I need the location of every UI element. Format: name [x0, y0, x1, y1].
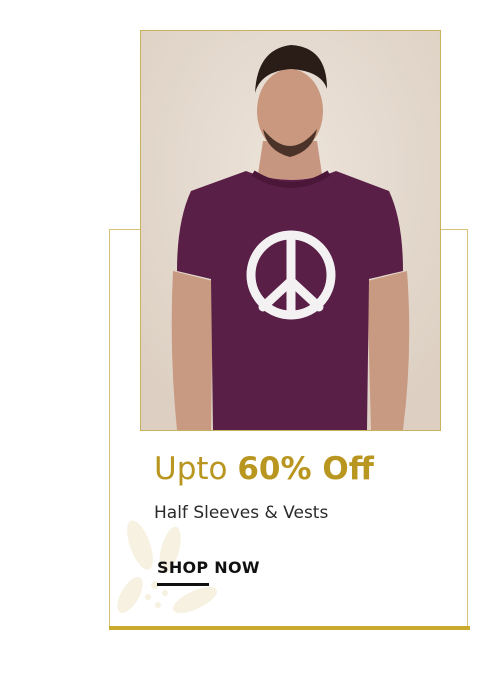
- category-label: Half Sleeves & Vests: [154, 503, 329, 523]
- offer-headline: Upto 60% Off: [154, 449, 374, 489]
- model-photo: [141, 31, 440, 430]
- shop-now-underline: [157, 583, 209, 586]
- headline-prefix: Upto: [154, 451, 238, 487]
- shop-now-button[interactable]: SHOP NOW: [157, 557, 260, 579]
- card-bottom-accent-bar: [109, 626, 470, 630]
- product-image[interactable]: [140, 30, 441, 431]
- discount-highlight: 60% Off: [237, 451, 374, 487]
